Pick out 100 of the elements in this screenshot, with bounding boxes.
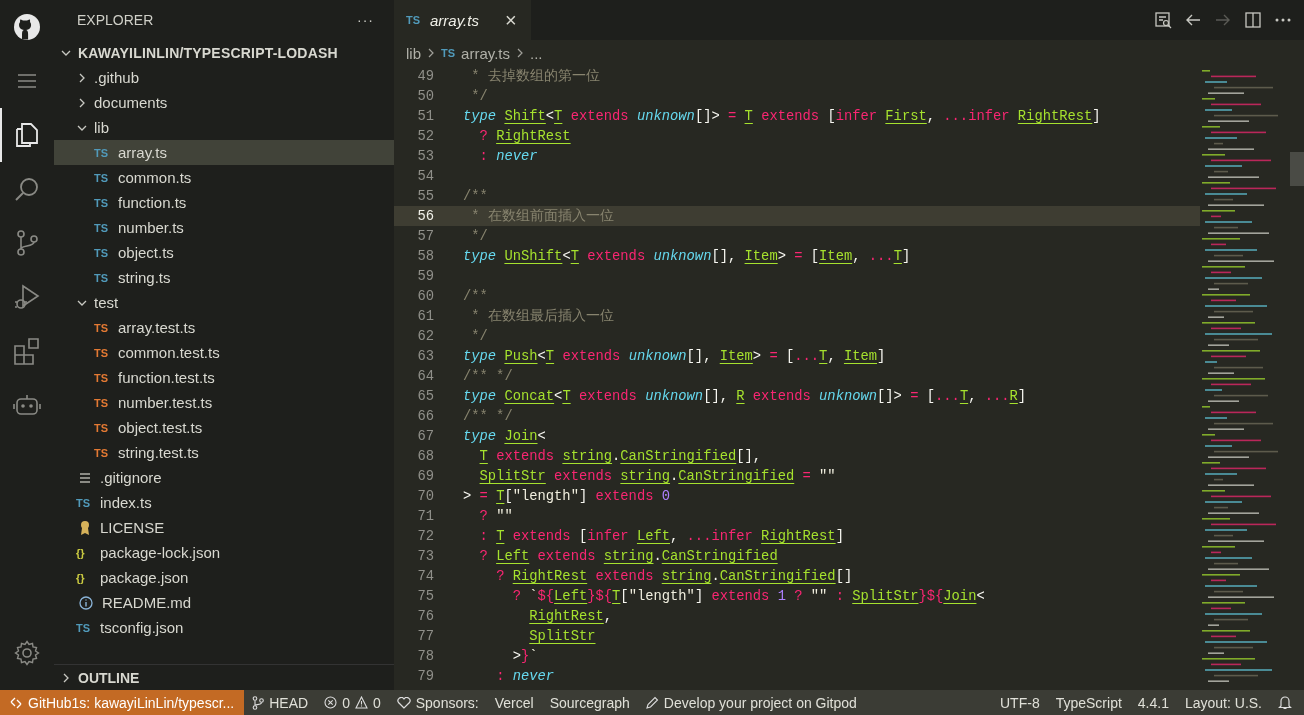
typescript-icon: TS xyxy=(94,321,112,334)
file-item[interactable]: {} package-lock.json xyxy=(54,540,394,565)
file-item[interactable]: TS index.ts xyxy=(54,490,394,515)
code-line: * 去掉数组的第一位 xyxy=(470,67,600,85)
code-line: * 在数组前面插入一位 xyxy=(470,207,614,225)
breadcrumb-item[interactable]: array.ts xyxy=(461,44,510,62)
line-number: 69 xyxy=(416,468,434,484)
line-number: 64 xyxy=(416,368,434,384)
line-number: 66 xyxy=(416,408,434,424)
file-item[interactable]: TS array.test.ts xyxy=(54,315,394,340)
ribbon-icon xyxy=(79,519,91,536)
line-number: 63 xyxy=(416,348,434,364)
folder-item[interactable]: KAWAYILINLIN/TYPESCRIPT-LODASH xyxy=(54,40,394,65)
extensions-icon[interactable] xyxy=(13,337,41,365)
status-item[interactable]: UTF-8 xyxy=(992,694,1048,711)
file-item[interactable]: {} package.json xyxy=(54,565,394,590)
file-item[interactable]: TS string.ts xyxy=(54,265,394,290)
file-item[interactable]: TS number.ts xyxy=(54,215,394,240)
breadcrumb-item[interactable]: lib xyxy=(406,44,421,62)
menu-icon[interactable] xyxy=(17,74,37,88)
preview-icon[interactable] xyxy=(1154,11,1172,29)
code-line: : never xyxy=(478,148,538,164)
line-number: 72 xyxy=(416,528,434,544)
code-line: type Join< xyxy=(463,428,546,444)
status-item[interactable]: Layout: U.S. xyxy=(1176,694,1270,711)
line-number: 61 xyxy=(416,308,434,324)
file-item[interactable]: TS array.ts xyxy=(54,140,394,165)
code-line: /** */ xyxy=(463,368,513,384)
more-actions-button[interactable]: ··· xyxy=(357,12,374,28)
run-debug-icon[interactable] xyxy=(13,283,41,311)
folder-item[interactable]: test xyxy=(54,290,394,315)
settings-icon[interactable] xyxy=(14,640,40,666)
code-line: */ xyxy=(470,328,488,344)
breadcrumb-item[interactable]: ... xyxy=(530,44,543,62)
lines-icon xyxy=(79,472,91,483)
panel-title: EXPLORER xyxy=(77,12,154,28)
status-item[interactable]: TypeScript xyxy=(1047,694,1130,711)
file-item[interactable]: TS function.test.ts xyxy=(54,365,394,390)
folder-item[interactable]: documents xyxy=(54,90,394,115)
code-line: */ xyxy=(470,228,488,244)
line-number: 68 xyxy=(416,448,434,464)
code-line: >}` xyxy=(511,648,538,664)
code-line: /** xyxy=(463,288,488,304)
file-item[interactable]: TS string.test.ts xyxy=(54,440,394,465)
file-item[interactable]: TS object.ts xyxy=(54,240,394,265)
file-item[interactable]: LICENSE xyxy=(54,515,394,540)
sponsor-link[interactable]: Sourcegraph xyxy=(541,694,638,711)
folder-item[interactable]: lib xyxy=(54,115,394,140)
file-item[interactable]: TS common.ts xyxy=(54,165,394,190)
typescript-icon: TS xyxy=(94,171,112,184)
typescript-icon: TS xyxy=(94,246,112,259)
file-item[interactable]: .gitignore xyxy=(54,465,394,490)
line-number: 56 xyxy=(416,208,434,224)
robot-icon[interactable] xyxy=(13,393,41,417)
source-control-icon[interactable] xyxy=(15,229,39,257)
branch-icon xyxy=(252,695,265,710)
line-number: 78 xyxy=(416,648,434,664)
remote-icon xyxy=(10,696,22,709)
files-icon[interactable] xyxy=(14,121,40,149)
typescript-icon: TS xyxy=(94,346,112,359)
line-number: 77 xyxy=(416,628,434,644)
folder-item[interactable]: .github xyxy=(54,65,394,90)
file-item[interactable]: TS function.ts xyxy=(54,190,394,215)
editor-tab[interactable]: TS array.ts × xyxy=(394,0,531,40)
gitpod-link[interactable]: Develop your project on Gitpod xyxy=(637,694,865,711)
line-number: 49 xyxy=(416,68,434,84)
line-number: 60 xyxy=(416,288,434,304)
sponsor-link[interactable]: Vercel xyxy=(486,694,542,711)
line-number: 57 xyxy=(416,228,434,244)
file-item[interactable]: TS object.test.ts xyxy=(54,415,394,440)
split-editor-icon[interactable] xyxy=(1244,11,1262,29)
code-line: ? "" xyxy=(478,508,513,524)
code-line: /** xyxy=(463,188,488,204)
more-icon[interactable] xyxy=(1274,17,1292,23)
branch-indicator[interactable]: HEAD xyxy=(244,694,317,711)
code-line: type Push<T extends unknown[], Item> = [...T, Item] xyxy=(463,348,886,364)
code-line: : T extends [infer Left, ...infer RightRest] xyxy=(478,528,844,544)
github-icon[interactable] xyxy=(13,13,41,41)
line-number: 65 xyxy=(416,388,434,404)
typescript-icon: TS xyxy=(94,446,112,459)
bell-icon[interactable] xyxy=(1278,695,1292,710)
warning-icon xyxy=(354,696,368,709)
typescript-icon: TS xyxy=(94,196,112,209)
chevron-icon xyxy=(516,48,524,58)
line-number: 73 xyxy=(416,548,434,564)
scrollbar-thumb[interactable] xyxy=(1290,152,1304,186)
problems-indicator[interactable]: 0 0 xyxy=(316,694,389,711)
file-item[interactable]: TS common.test.ts xyxy=(54,340,394,365)
json-icon: {} xyxy=(76,546,94,559)
line-number: 67 xyxy=(416,428,434,444)
line-number: 52 xyxy=(416,128,434,144)
status-item[interactable]: 4.4.1 xyxy=(1129,694,1177,711)
file-item[interactable]: README.md xyxy=(54,590,394,615)
file-item[interactable]: TS tsconfig.json xyxy=(54,615,394,640)
code-line: ? RightRest xyxy=(478,128,571,144)
code-line: type UnShift<T extends unknown[], Item> = [Item, ...T] xyxy=(463,248,911,264)
search-icon[interactable] xyxy=(14,176,40,202)
file-item[interactable]: TS number.test.ts xyxy=(54,390,394,415)
typescript-icon: TS xyxy=(94,271,112,284)
remote-indicator[interactable]: GitHub1s: kawayiLinLin/typescr... xyxy=(0,690,245,715)
